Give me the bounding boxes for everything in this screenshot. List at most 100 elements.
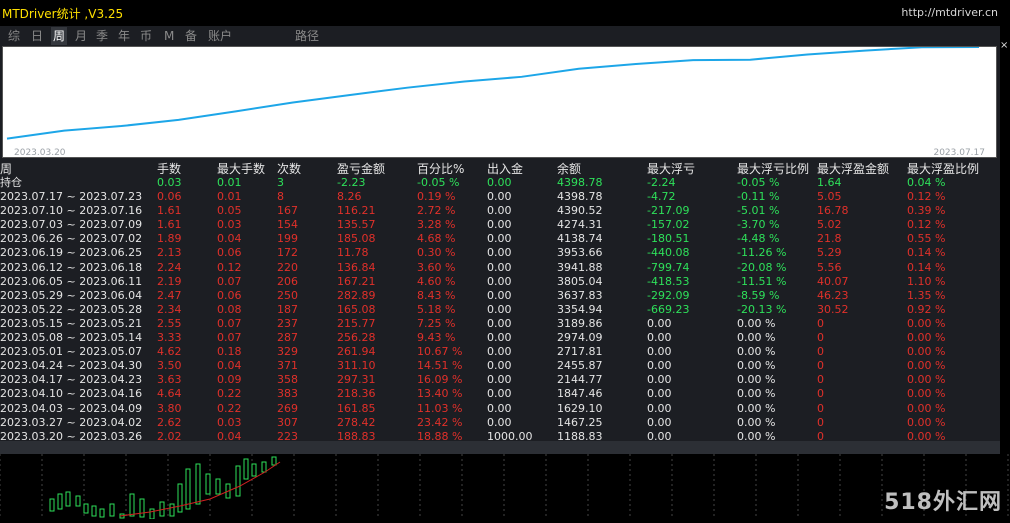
table-cell: -4.72 (647, 190, 676, 203)
stats-window: MTDriver统计 ,V3.25 http://mtdriver.cn 综日周… (0, 0, 1000, 456)
table-cell: 3.80 (157, 401, 182, 415)
watermark: 518外汇网 (884, 490, 1002, 515)
table-cell: 0.00 % (737, 401, 776, 415)
equity-chart (2, 46, 997, 158)
candlestick (49, 498, 55, 512)
table-cell: 3941.88 (557, 260, 603, 274)
candlestick (177, 483, 183, 513)
candlestick (251, 463, 257, 477)
tab-item[interactable]: 月 (73, 27, 89, 45)
table-cell: 0.00 (487, 232, 512, 246)
table-cell: 0.00 % (907, 387, 946, 401)
table-cell: 16.78 (817, 204, 849, 218)
table-cell: 8.26 (337, 190, 362, 203)
table-cell: -440.08 (647, 246, 690, 260)
table-cell: 5.02 (817, 218, 842, 232)
table-cell: -180.51 (647, 232, 690, 246)
candlestick (75, 495, 81, 507)
table-cell: 2023.06.05 ~ 2023.06.11 (0, 274, 143, 288)
table-cell: 1847.46 (557, 387, 603, 401)
table-cell: 5.05 (817, 190, 842, 203)
tab-item[interactable]: M (162, 27, 176, 45)
position-cell: -2.23 (337, 176, 366, 189)
table-cell: 2455.87 (557, 359, 603, 373)
candlestick (243, 458, 249, 480)
table-cell: 1.89 (157, 232, 182, 246)
table-cell: 0.00 (487, 260, 512, 274)
chart-end-date: 2023.07.17 (933, 148, 985, 158)
table-cell: 167 (277, 204, 298, 218)
table-cell: 1.61 (157, 218, 182, 232)
tab-item[interactable]: 币 (138, 27, 154, 45)
tab-item[interactable]: 季 (94, 27, 110, 45)
table-cell: 154 (277, 218, 298, 232)
table-cell: 0.00 (487, 331, 512, 344)
table-cell: 329 (277, 345, 298, 359)
table-cell: 0.00 (487, 316, 512, 330)
table-cell: 1467.25 (557, 415, 603, 429)
table-cell: 2023.03.27 ~ 2023.04.02 (0, 415, 143, 429)
tab-item[interactable]: 账户 (206, 27, 234, 45)
table-cell: -5.01 % (737, 204, 780, 218)
candlestick (169, 503, 175, 517)
right-edge-strip (1000, 0, 1010, 454)
table-cell: 2974.09 (557, 331, 603, 344)
table-cell: -292.09 (647, 288, 690, 302)
position-cell: -2.24 (647, 176, 676, 189)
table-cell: -8.59 % (737, 288, 780, 302)
position-cell: -0.05 % (417, 176, 460, 189)
column-header: 最大手数 (217, 162, 266, 176)
table-cell: 187 (277, 302, 298, 316)
background-price-chart (0, 454, 1010, 520)
table-cell: 269 (277, 401, 298, 415)
table-cell: 297.31 (337, 373, 376, 387)
table-cell: 0.00 (647, 373, 672, 387)
table-cell: 0.00 % (907, 331, 946, 344)
table-cell: 0.00 (647, 345, 672, 359)
table-cell: 0.00 (487, 401, 512, 415)
table-cell: 9.43 % (417, 331, 456, 344)
table-cell: 2023.05.15 ~ 2023.05.21 (0, 316, 143, 330)
table-cell: 2023.05.08 ~ 2023.05.14 (0, 331, 143, 344)
table-cell: 2023.04.24 ~ 2023.04.30 (0, 359, 143, 373)
table-cell: 0.07 (217, 274, 242, 288)
candlestick (185, 468, 191, 510)
table-cell: 0.03 (217, 218, 242, 232)
tab-item[interactable]: 综 (6, 27, 22, 45)
table-cell: 0.00 (647, 331, 672, 344)
tab-item[interactable]: 周 (51, 27, 68, 45)
table-cell: 2.34 (157, 302, 182, 316)
position-cell: 0.04 % (907, 176, 946, 189)
tab-item[interactable]: 年 (116, 27, 132, 45)
table-cell: 2023.06.12 ~ 2023.06.18 (0, 260, 143, 274)
position-cell: 0.01 (217, 176, 242, 189)
table-cell: 2.24 (157, 260, 182, 274)
chart-start-date: 2023.03.20 (14, 148, 66, 158)
column-header: 盈亏金额 (337, 162, 386, 176)
column-header: 最大浮亏比例 (737, 162, 810, 176)
column-header: 百分比% (417, 162, 465, 176)
candlestick (91, 505, 97, 517)
close-icon[interactable]: × (1000, 40, 1008, 51)
table-cell: 116.21 (337, 204, 376, 218)
table-cell: 0.09 (217, 373, 242, 387)
table-cell: 307 (277, 415, 298, 429)
candlestick-svg (0, 454, 1009, 520)
table-cell: 256.28 (337, 331, 376, 344)
total-row (0, 441, 1000, 454)
table-cell: 0.00 % (907, 345, 946, 359)
table-cell: 0.14 % (907, 246, 946, 260)
tab-item[interactable]: 路径 (293, 27, 321, 45)
table-cell: -217.09 (647, 204, 690, 218)
table-cell: 5.56 (817, 260, 842, 274)
table-cell: 3354.94 (557, 302, 603, 316)
table-cell: 0 (817, 359, 824, 373)
website-link[interactable]: http://mtdriver.cn (901, 6, 998, 19)
tab-item[interactable]: 日 (29, 27, 45, 45)
position-cell: -0.05 % (737, 176, 780, 189)
position-cell: 3 (277, 176, 284, 189)
table-cell: 2.55 (157, 316, 182, 330)
table-cell: 0.03 (217, 415, 242, 429)
table-cell: 287 (277, 331, 298, 344)
tab-item[interactable]: 备 (183, 27, 199, 45)
